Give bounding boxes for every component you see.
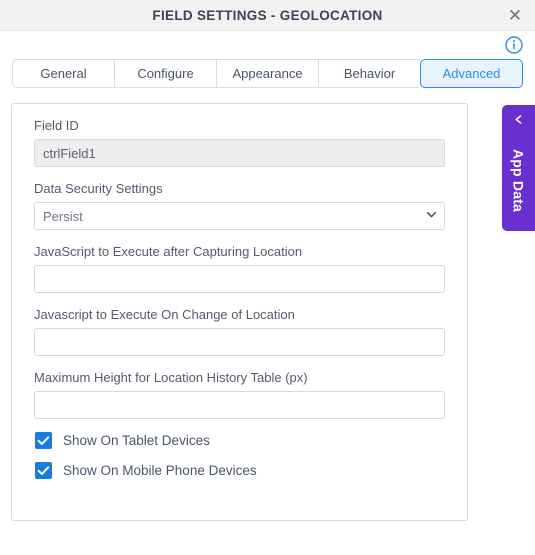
show-on-mobile-checkbox[interactable] [35,462,52,479]
js-after-capture-label: JavaScript to Execute after Capturing Lo… [34,244,303,259]
settings-tab-bar: General Configure Appearance Behavior Ad… [12,59,523,88]
app-data-side-tab[interactable]: App Data [502,105,535,231]
dialog-titlebar: FIELD SETTINGS - GEOLOCATION ✕ [0,0,535,31]
field-id-input[interactable] [34,139,445,167]
close-icon[interactable]: ✕ [503,4,527,28]
js-after-capture-input[interactable] [34,265,445,293]
max-height-label: Maximum Height for Location History Tabl… [34,370,308,385]
tab-general[interactable]: General [12,59,114,88]
data-security-value[interactable]: Persist [34,202,445,230]
advanced-settings-panel: Field ID Data Security Settings Persist … [11,103,468,521]
data-security-label: Data Security Settings [34,181,163,196]
js-on-change-label: Javascript to Execute On Change of Locat… [34,307,295,322]
check-icon [37,436,50,445]
info-circle-icon[interactable] [505,36,523,54]
tab-configure[interactable]: Configure [114,59,216,88]
dialog-title: FIELD SETTINGS - GEOLOCATION [152,8,383,23]
field-id-label: Field ID [34,118,79,133]
check-icon [37,466,50,475]
tab-behavior[interactable]: Behavior [318,59,420,88]
js-on-change-input[interactable] [34,328,445,356]
show-on-tablet-checkbox[interactable] [35,432,52,449]
show-on-tablet-checkbox-row[interactable]: Show On Tablet Devices [34,432,445,449]
show-on-mobile-label: Show On Mobile Phone Devices [63,463,257,478]
show-on-mobile-checkbox-row[interactable]: Show On Mobile Phone Devices [34,462,445,479]
app-data-label: App Data [510,149,527,213]
show-on-tablet-label: Show On Tablet Devices [63,433,210,448]
data-security-select[interactable]: Persist [34,202,445,230]
max-height-input[interactable] [34,391,445,419]
tab-advanced[interactable]: Advanced [420,59,523,88]
tab-appearance[interactable]: Appearance [216,59,318,88]
chevron-left-icon [515,115,522,124]
